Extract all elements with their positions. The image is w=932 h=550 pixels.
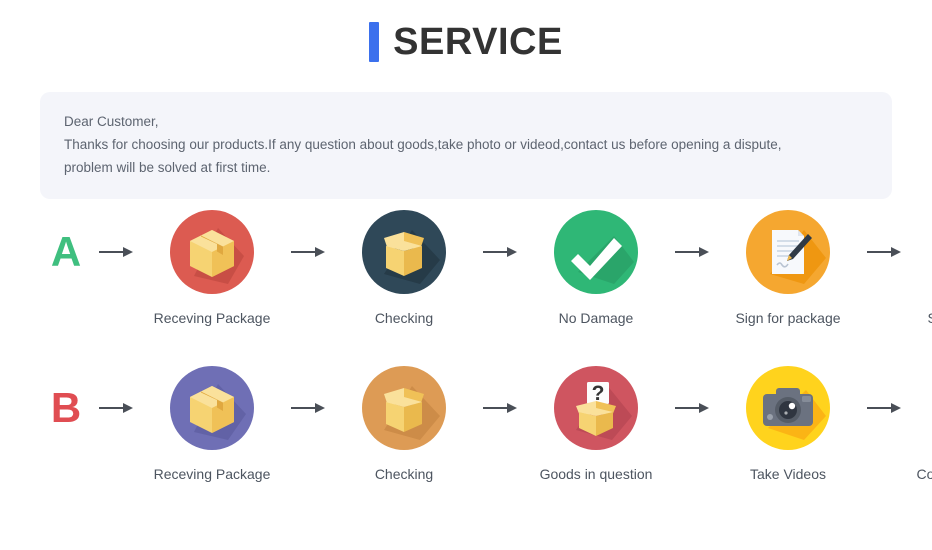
notice-line-2: Thanks for choosing our products.If any … [64,137,782,152]
flow-step[interactable]: ? Goods in question [522,366,670,484]
arrow-right-icon [94,210,138,294]
package-open-icon [362,366,446,450]
flow-step[interactable]: Sign for package [906,210,932,328]
flow-step-label: Checking [374,466,434,482]
arrow-right-icon [94,366,138,450]
package-question-icon: ? [554,366,638,450]
camera-icon [746,366,830,450]
flow-step-label: Take Videos [749,466,826,482]
flow-step[interactable]: Confirm problem,refund money [906,366,932,504]
arrow-right-icon [478,210,522,294]
package-closed-icon [170,366,254,450]
flow-row-b: B Receving Package Checking ? Goods in q… [0,366,932,504]
flow-step[interactable]: No Damage [522,210,670,328]
arrow-right-icon [862,366,906,450]
flow-step[interactable]: Receving Package [138,366,286,484]
flow-step[interactable]: Receving Package [138,210,286,328]
arrow-right-icon [286,366,330,450]
package-closed-icon [170,210,254,294]
arrow-right-icon [286,210,330,294]
arrow-right-icon [670,210,714,294]
flow-badge-b: B [50,384,82,431]
flow-step-label: Receving Package [153,310,271,326]
package-open-icon [362,210,446,294]
flow-step[interactable]: Checking [330,210,478,328]
flow-step[interactable]: Sign for package [714,210,862,328]
flow-step-label: Sign for package [735,310,841,326]
flow-step-label: Confirm problem,refund money [916,466,932,482]
flow-step[interactable]: Take Videos [714,366,862,484]
page-title: SERVICE [0,22,932,62]
flow-badge-a: A [50,228,82,275]
service-page: SERVICE Dear Customer, Thanks for choosi… [0,0,932,550]
arrow-right-icon [670,366,714,450]
arrow-right-icon [478,366,522,450]
check-circle-icon [554,210,638,294]
flow-step-label: Receving Package [153,466,271,482]
flow-step-label: Sign for package [927,308,932,328]
flow-row-a: A Receving Package Checking No Damage Si… [0,210,932,328]
page-title-text: SERVICE [393,21,563,63]
customer-notice-box: Dear Customer, Thanks for choosing our p… [40,92,892,199]
flow-step-label: Goods in question [539,466,653,482]
arrow-right-icon [862,210,906,294]
flow-step-label: Checking [374,310,434,326]
flow-step-label: No Damage [558,310,634,326]
notice-line-3: problem will be solved at first time. [64,160,271,175]
document-pen-icon [746,210,830,294]
title-accent-bar [369,22,380,62]
flow-step[interactable]: Checking [330,366,478,484]
notice-line-1: Dear Customer, [64,114,159,129]
